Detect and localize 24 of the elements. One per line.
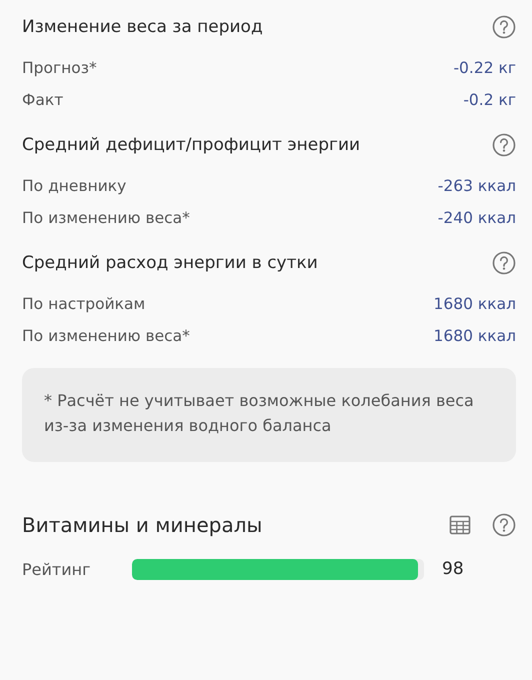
section-title: Витамины и минералы [22,513,264,537]
row-label: Прогноз* [22,59,97,77]
row-value: 1680 ккал [433,327,516,345]
help-icon[interactable] [492,15,516,39]
rating-label: Рейтинг [22,560,92,578]
table-icon[interactable] [448,513,472,537]
row-label: По дневнику [22,177,126,195]
row-label: По настройкам [22,295,146,313]
row-label: По изменению веса* [22,209,190,227]
row-label: Факт [22,91,64,109]
row-label: По изменению веса* [22,327,190,345]
row-value: -0.2 кг [463,91,516,109]
section-title: Изменение веса за период [22,17,263,37]
help-icon[interactable] [492,133,516,157]
row-value: -263 ккал [438,177,516,195]
help-icon[interactable] [492,513,516,537]
help-icon[interactable] [492,251,516,275]
rating-value: 98 [442,559,464,579]
row-value: -0.22 кг [453,59,516,77]
section-title: Средний расход энергии в сутки [22,253,318,273]
section-title: Средний дефицит/профицит энергии [22,135,360,155]
row-value: 1680 ккал [433,295,516,313]
row-value: -240 ккал [438,209,516,227]
note-text: * Расчёт не учитывает возможные колебания веса из-за изменения водного баланса [22,368,516,462]
